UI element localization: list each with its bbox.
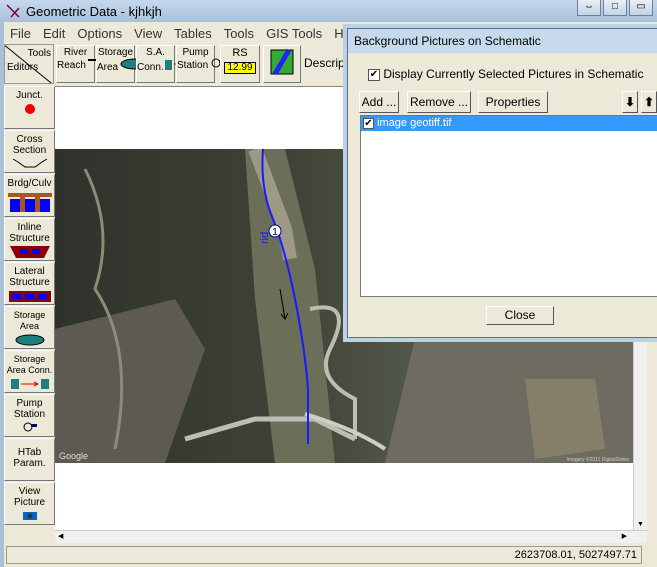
pump-station-label: Pump Station — [177, 47, 209, 71]
river-label: rid — [259, 232, 271, 244]
editor-cross-section[interactable]: Cross Section — [4, 130, 55, 173]
menu-bar: File Edit Options View Tables Tools GIS … — [4, 26, 367, 44]
editor-label: HTab Param. — [13, 447, 46, 469]
menu-options[interactable]: Options — [71, 26, 128, 44]
app-icon — [6, 4, 20, 18]
editor-storage-area-connection[interactable]: Storage Area Conn. — [4, 350, 55, 393]
cross-section-icon — [12, 158, 47, 168]
editor-label: Cross Section — [12, 134, 47, 156]
junction-icon — [24, 104, 35, 114]
tools-editors-corner: Tools Editors — [4, 44, 54, 84]
menu-gis-tools[interactable]: GIS Tools — [260, 26, 328, 44]
editor-label: Junct. — [16, 90, 43, 101]
properties-button[interactable]: Properties ... — [478, 91, 548, 129]
display-pictures-label: Display Currently Selected Pictures in S… — [383, 67, 644, 81]
bridge-icon — [7, 193, 52, 212]
camera-icon — [22, 512, 37, 520]
river-reach-label: River Reach — [57, 47, 88, 71]
display-pictures-checkbox[interactable]: ✔ — [368, 68, 380, 81]
editors-panel: Junct. Cross Section Brdg/Culv Inline St… — [4, 86, 55, 526]
editor-label: View Picture — [13, 486, 46, 508]
pump-station-tool[interactable]: Pump Station — [176, 45, 226, 83]
storage-area-icon — [15, 334, 44, 346]
move-up-button[interactable]: ⬆ — [641, 91, 657, 113]
editor-view-picture[interactable]: View Picture — [4, 482, 55, 525]
sa-conn-label: S.A. Conn. — [137, 47, 165, 73]
horizontal-scrollbar[interactable]: ◀ ▶ — [55, 530, 647, 543]
add-button[interactable]: Add ... — [359, 91, 399, 113]
status-bar: 2623708.01, 5027497.71 — [6, 546, 642, 564]
remove-button[interactable]: Remove ... — [407, 91, 471, 113]
editor-label: Inline Structure — [9, 222, 50, 244]
sa-conn-tool[interactable]: S.A. Conn. — [136, 45, 199, 83]
title-bar: Geometric Data - kjhkjh ⇔ □ ▭ — [0, 0, 657, 22]
editor-inline-structure[interactable]: Inline Structure — [4, 218, 55, 261]
window-title: Geometric Data - kjhkjh — [26, 3, 162, 19]
editor-label: Pump Station — [13, 398, 46, 420]
minimize-button[interactable]: ▭ — [629, 0, 653, 16]
menu-tools[interactable]: Tools — [218, 26, 260, 44]
menu-edit[interactable]: Edit — [37, 26, 71, 44]
inline-structure-icon — [9, 246, 50, 258]
dialog-title: Background Pictures on Schematic — [348, 29, 657, 53]
editor-label: Brdg/Culv — [7, 178, 52, 189]
editor-bridge-culvert[interactable]: Brdg/Culv — [4, 174, 55, 217]
lateral-structure-icon — [8, 291, 51, 302]
river-reach-tool[interactable]: River Reach — [56, 45, 118, 83]
editors-label: Editors — [7, 62, 39, 73]
editor-label: Lateral Structure — [9, 266, 50, 288]
restore-button[interactable]: ⇔ — [577, 0, 601, 16]
rs-value-tag: 12.99 — [224, 62, 256, 74]
list-item[interactable]: ✔ image geotiff.tif — [361, 116, 657, 131]
move-down-button[interactable]: ⬇ — [622, 91, 638, 113]
editor-pump-station[interactable]: Pump Station — [4, 394, 55, 437]
menu-tables[interactable]: Tables — [168, 26, 218, 44]
sa-connection-icon — [10, 379, 49, 389]
editor-htab-param[interactable]: HTab Param. — [4, 438, 55, 481]
display-pictures-option[interactable]: ✔ Display Currently Selected Pictures in… — [368, 67, 643, 81]
maximize-button[interactable]: □ — [603, 0, 627, 16]
rs-tool[interactable]: RS 12.99 — [220, 45, 260, 83]
picture-name: image geotiff.tif — [377, 117, 452, 129]
pump-icon — [23, 422, 37, 432]
pictures-list[interactable]: ✔ image geotiff.tif — [360, 115, 657, 297]
toolbar: Tools Editors River Reach Storage Area S… — [4, 44, 364, 84]
imagery-copyright: Imagery ©2011 DigitalGlobe — [566, 456, 629, 463]
menu-file[interactable]: File — [4, 26, 37, 44]
tools-label: Tools — [27, 48, 51, 59]
storage-area-tool[interactable]: Storage Area — [96, 45, 150, 83]
editor-junction[interactable]: Junct. — [4, 86, 55, 129]
gis-map-tool[interactable] — [263, 45, 301, 83]
map-icon — [270, 48, 294, 76]
junction-label: 1 — [272, 227, 278, 238]
close-button[interactable]: Close — [486, 306, 554, 325]
editor-lateral-structure[interactable]: Lateral Structure — [4, 262, 55, 305]
google-watermark: Google — [59, 451, 88, 461]
editor-storage-area[interactable]: Storage Area — [4, 306, 55, 349]
rs-label: RS — [232, 47, 248, 59]
picture-checkbox[interactable]: ✔ — [363, 117, 374, 129]
coordinates-readout: 2623708.01, 5027497.71 — [514, 549, 637, 561]
editor-label: Storage Area Conn. — [6, 354, 53, 375]
editor-label: Storage Area — [13, 310, 46, 331]
menu-view[interactable]: View — [128, 26, 168, 44]
background-pictures-dialog: Background Pictures on Schematic ✔ Displ… — [347, 28, 657, 338]
